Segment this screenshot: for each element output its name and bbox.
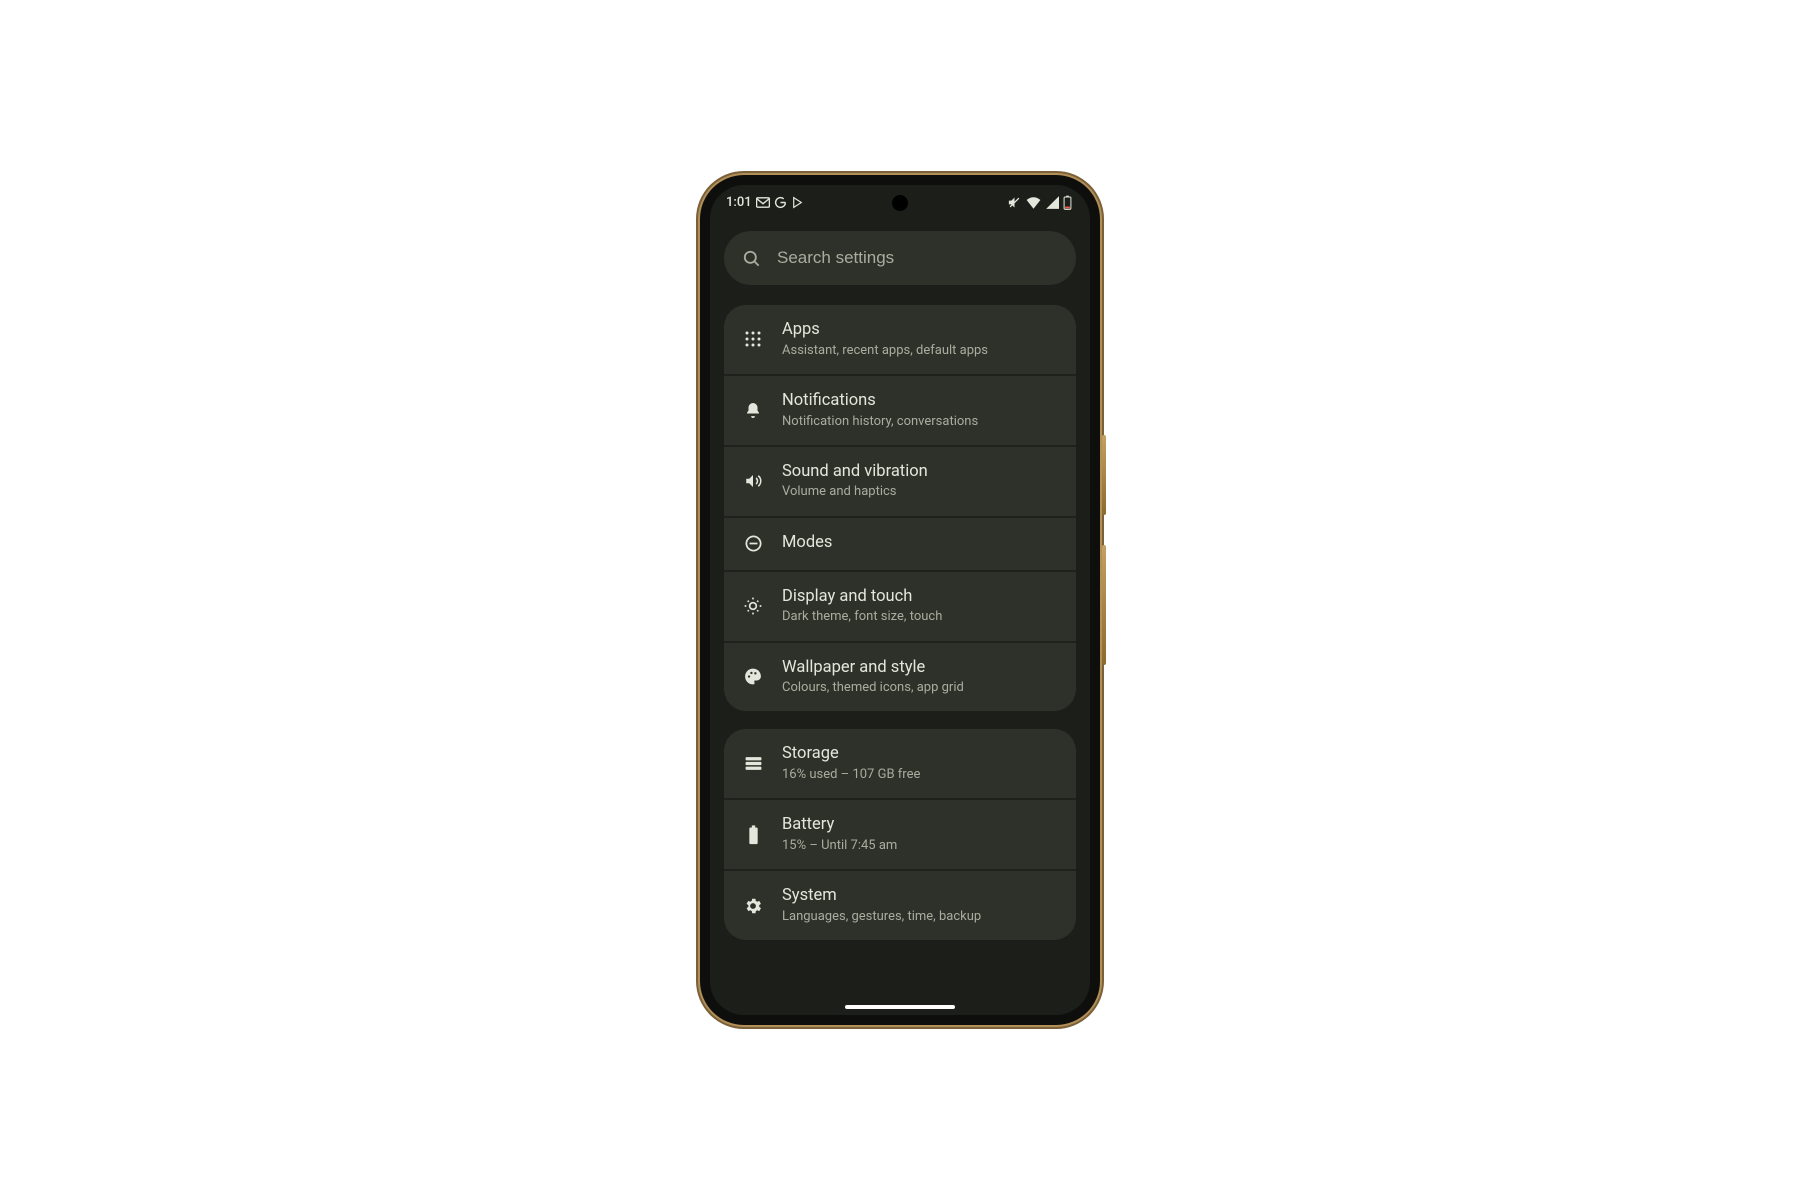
row-title: Wallpaper and style bbox=[782, 658, 964, 679]
settings-list: Apps Assistant, recent apps, default app… bbox=[710, 305, 1090, 1015]
settings-row-notifications[interactable]: Notifications Notification history, conv… bbox=[724, 374, 1076, 445]
search-bar[interactable] bbox=[724, 231, 1076, 285]
row-subtitle: Languages, gestures, time, backup bbox=[782, 909, 981, 925]
row-title: Battery bbox=[782, 815, 897, 836]
row-subtitle: Volume and haptics bbox=[782, 484, 928, 500]
gesture-nav-pill[interactable] bbox=[845, 1005, 955, 1009]
row-subtitle: Dark theme, font size, touch bbox=[782, 609, 942, 625]
status-time: 1:01 bbox=[726, 195, 752, 210]
gmail-icon bbox=[756, 197, 770, 208]
dnd-icon bbox=[742, 533, 764, 555]
brightness-icon bbox=[742, 595, 764, 617]
volume-icon bbox=[742, 470, 764, 492]
settings-group: Apps Assistant, recent apps, default app… bbox=[724, 305, 1076, 711]
wifi-icon bbox=[1026, 196, 1041, 209]
palette-icon bbox=[742, 666, 764, 688]
screen: 1:01 bbox=[710, 185, 1090, 1015]
row-title: Apps bbox=[782, 320, 988, 341]
settings-row-battery[interactable]: Battery 15% – Until 7:45 am bbox=[724, 798, 1076, 869]
settings-row-apps[interactable]: Apps Assistant, recent apps, default app… bbox=[724, 305, 1076, 374]
row-title: Modes bbox=[782, 533, 832, 554]
row-title: Storage bbox=[782, 744, 920, 765]
storage-icon bbox=[742, 753, 764, 775]
front-camera bbox=[892, 195, 908, 211]
row-subtitle: Notification history, conversations bbox=[782, 414, 978, 430]
settings-row-sound[interactable]: Sound and vibration Volume and haptics bbox=[724, 445, 1076, 516]
settings-row-display[interactable]: Display and touch Dark theme, font size,… bbox=[724, 570, 1076, 641]
apps-grid-icon bbox=[742, 328, 764, 350]
volume-button[interactable] bbox=[1102, 435, 1106, 515]
signal-icon bbox=[1045, 196, 1059, 209]
settings-row-wallpaper[interactable]: Wallpaper and style Colours, themed icon… bbox=[724, 641, 1076, 712]
settings-group: Storage 16% used – 107 GB free Battery 1… bbox=[724, 729, 1076, 940]
settings-row-modes[interactable]: Modes bbox=[724, 516, 1076, 570]
row-title: Sound and vibration bbox=[782, 462, 928, 483]
power-button[interactable] bbox=[1102, 545, 1106, 665]
bell-icon bbox=[742, 399, 764, 421]
phone-frame: 1:01 bbox=[700, 175, 1100, 1025]
mute-icon bbox=[1007, 195, 1022, 210]
battery-low-icon bbox=[1063, 195, 1072, 210]
row-subtitle: Assistant, recent apps, default apps bbox=[782, 343, 988, 359]
play-store-icon bbox=[791, 196, 804, 209]
settings-row-storage[interactable]: Storage 16% used – 107 GB free bbox=[724, 729, 1076, 798]
row-title: Notifications bbox=[782, 391, 978, 412]
search-input[interactable] bbox=[775, 247, 1058, 269]
settings-row-system[interactable]: System Languages, gestures, time, backup bbox=[724, 869, 1076, 940]
row-subtitle: 15% – Until 7:45 am bbox=[782, 838, 897, 854]
battery-icon bbox=[742, 824, 764, 846]
row-subtitle: 16% used – 107 GB free bbox=[782, 767, 920, 783]
row-title: System bbox=[782, 886, 981, 907]
google-g-icon bbox=[774, 196, 787, 209]
gear-icon bbox=[742, 895, 764, 917]
row-title: Display and touch bbox=[782, 587, 942, 608]
row-subtitle: Colours, themed icons, app grid bbox=[782, 680, 964, 696]
search-icon bbox=[742, 249, 761, 268]
